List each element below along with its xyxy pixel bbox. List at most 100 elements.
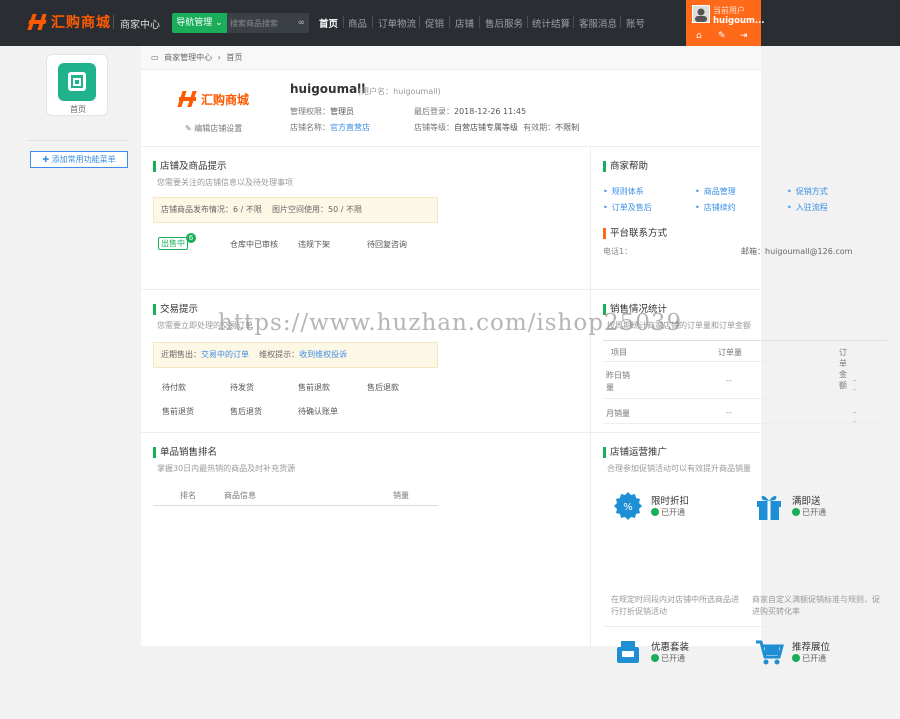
store-info: 汇购商城 ✎ 编辑店铺设置 huigoumall (用户名：huigoumall… — [141, 70, 761, 147]
promo-status-text: 已开通 — [802, 508, 826, 517]
divider — [620, 16, 621, 28]
wrench-icon[interactable]: ✎ — [718, 31, 726, 41]
check-icon — [651, 654, 659, 662]
watermark-text: https://www.huzhan.com/ishop25039 — [218, 310, 683, 336]
promo-tile[interactable]: 满即送 已开通 商家自定义满额促销标准与规则，促进购买转化率 — [744, 483, 884, 616]
add-favorite-menu-button[interactable]: ✚ 添加常用功能菜单 — [30, 151, 128, 168]
home-tile[interactable]: 首页 — [46, 54, 108, 116]
trade-item[interactable]: 待付款 — [162, 382, 186, 393]
breadcrumb-current: 首页 — [226, 53, 243, 62]
trade-item[interactable]: 售后退款 — [367, 382, 399, 393]
trade-item[interactable]: 待确认账单 — [298, 406, 338, 417]
divider — [573, 16, 574, 28]
card-title: 店铺及商品提示 — [153, 161, 227, 172]
menu-statistics[interactable]: 统计结算 — [532, 16, 570, 30]
trade-item[interactable]: 售前退货 — [162, 406, 194, 417]
promo-tile[interactable]: 推荐展位 已开通 — [744, 629, 884, 719]
breadcrumb: ▭ 商家管理中心 › 首页 — [141, 46, 761, 70]
grade-value: 自营店铺专属等级 — [454, 123, 518, 132]
help-link[interactable]: 规则体系 — [603, 186, 644, 197]
menu-after-sales[interactable]: 售后服务 — [485, 16, 523, 30]
store-tips-card: 店铺及商品提示 您需要关注的店铺信息以及待处理事项 店铺商品发布情况：6 / 不… — [141, 147, 590, 289]
logo[interactable]: 汇购商城 — [27, 12, 111, 32]
ranking-header: 商品信息 — [224, 491, 256, 500]
user-name[interactable]: huigoum... — [713, 16, 765, 26]
menu-messages[interactable]: 客服消息 — [579, 16, 617, 30]
sales-header: 订单量 — [718, 348, 742, 357]
shop-link[interactable]: 官方直营店 — [330, 123, 370, 132]
on-sale-tag[interactable]: 出售中 — [158, 237, 188, 250]
divider — [603, 340, 887, 341]
help-link[interactable]: 商品管理 — [695, 186, 736, 197]
last-login-value: 2018-12-26 11:45 — [454, 107, 527, 116]
menu-goods[interactable]: 商品 — [348, 16, 367, 30]
image-usage: 图片空间使用：50 / 不限 — [272, 205, 363, 214]
divider — [527, 16, 528, 28]
goods-usage: 店铺商品发布情况：6 / 不限 — [161, 205, 262, 214]
recent-orders-link[interactable]: 交易中的订单 — [201, 350, 249, 359]
top-bar: 汇购商城 商家中心 导航管理 ⌄ ∞ 首页 商品 订单物流 促销 店铺 售后服务… — [0, 0, 900, 46]
logout-icon[interactable]: ⇥ — [740, 31, 748, 41]
tips-notice: 店铺商品发布情况：6 / 不限 图片空间使用：50 / 不限 — [153, 197, 438, 223]
warehouse-link[interactable]: 仓库中已审核 — [230, 239, 278, 250]
divider — [603, 361, 887, 362]
home-icon[interactable]: ⌂ — [696, 31, 702, 41]
avatar[interactable] — [692, 5, 710, 23]
menu-orders[interactable]: 订单物流 — [378, 16, 416, 30]
search-input[interactable] — [230, 16, 290, 30]
valid-label: 有效期： — [523, 123, 556, 132]
sales-header: 项目 — [611, 348, 627, 357]
svg-text:%: % — [623, 502, 633, 513]
menu-store[interactable]: 店铺 — [455, 16, 474, 30]
grade-label: 店铺等级： — [414, 123, 454, 132]
divider — [113, 15, 114, 29]
promo-name: 推荐展位 — [792, 642, 831, 653]
nav-manage-button[interactable]: 导航管理 ⌄ — [172, 13, 227, 33]
complaints-link[interactable]: 收到维权投诉 — [299, 350, 347, 359]
check-icon — [792, 654, 800, 662]
breadcrumb-root[interactable]: 商家管理中心 — [164, 53, 212, 62]
promo-name: 优惠套装 — [651, 642, 690, 653]
menu-account[interactable]: 账号 — [626, 16, 645, 30]
sales-cell: -- — [726, 376, 732, 385]
trade-item[interactable]: 售后退货 — [230, 406, 262, 417]
user-box: 当前用户 huigoum... ⌂ ✎ ⇥ — [686, 0, 765, 46]
last-login-label: 最后登录： — [414, 107, 454, 116]
promo-name: 限时折扣 — [651, 496, 690, 507]
main-panel: ▭ 商家管理中心 › 首页 汇购商城 ✎ 编辑店铺设置 huigoumall (… — [141, 46, 888, 665]
center-title: 商家中心 — [120, 20, 160, 31]
grade-row: 店铺等级：自营店铺专属等级 有效期：不限制 — [414, 122, 579, 133]
promo-tile[interactable]: 优惠套装 已开通 — [603, 629, 743, 719]
divider — [603, 398, 887, 399]
card-title: 交易提示 — [153, 304, 198, 315]
trade-item[interactable]: 待发货 — [230, 382, 254, 393]
promo-status: 已开通 — [651, 507, 685, 518]
menu-promotion[interactable]: 促销 — [425, 16, 444, 30]
monitor-icon: ▭ — [151, 53, 159, 62]
help-link[interactable]: 促销方式 — [787, 186, 828, 197]
trade-notice: 近期售出：交易中的订单 维权提示：收到维权投诉 — [153, 342, 438, 368]
pending-reply-link[interactable]: 待回复咨询 — [367, 239, 407, 250]
sidebar: 首页 ✚ 添加常用功能菜单 — [0, 46, 140, 646]
nav-manage-label: 导航管理 — [176, 18, 213, 28]
card-subtitle: 您需要关注的店铺信息以及待处理事项 — [157, 178, 293, 187]
binoculars-icon[interactable]: ∞ — [298, 18, 306, 28]
help-link[interactable]: 订单及售后 — [603, 202, 652, 213]
promo-status-text: 已开通 — [661, 654, 685, 663]
perm-value: 管理员 — [330, 107, 354, 116]
card-title: 店铺运营推广 — [603, 447, 667, 458]
edit-store-settings-link[interactable]: ✎ 编辑店铺设置 — [185, 123, 242, 134]
trade-item[interactable]: 售前退款 — [298, 382, 330, 393]
violation-link[interactable]: 违规下架 — [298, 239, 330, 250]
plus-icon: ✚ — [42, 155, 50, 164]
card-title: 单品销售排名 — [153, 447, 217, 458]
divider — [419, 16, 420, 28]
cart-icon — [754, 637, 784, 667]
store-name: huigoumall — [290, 82, 366, 96]
search-box: ∞ — [227, 13, 309, 33]
menu-home[interactable]: 首页 — [319, 16, 338, 30]
promo-tile[interactable]: % 限时折扣 已开通 在规定时间段内对店铺中所选商品进行打折促销活动 — [603, 483, 743, 616]
help-link[interactable]: 入驻流程 — [787, 202, 828, 213]
help-link[interactable]: 店铺续约 — [695, 202, 736, 213]
rights-label: 维权提示： — [259, 350, 300, 359]
